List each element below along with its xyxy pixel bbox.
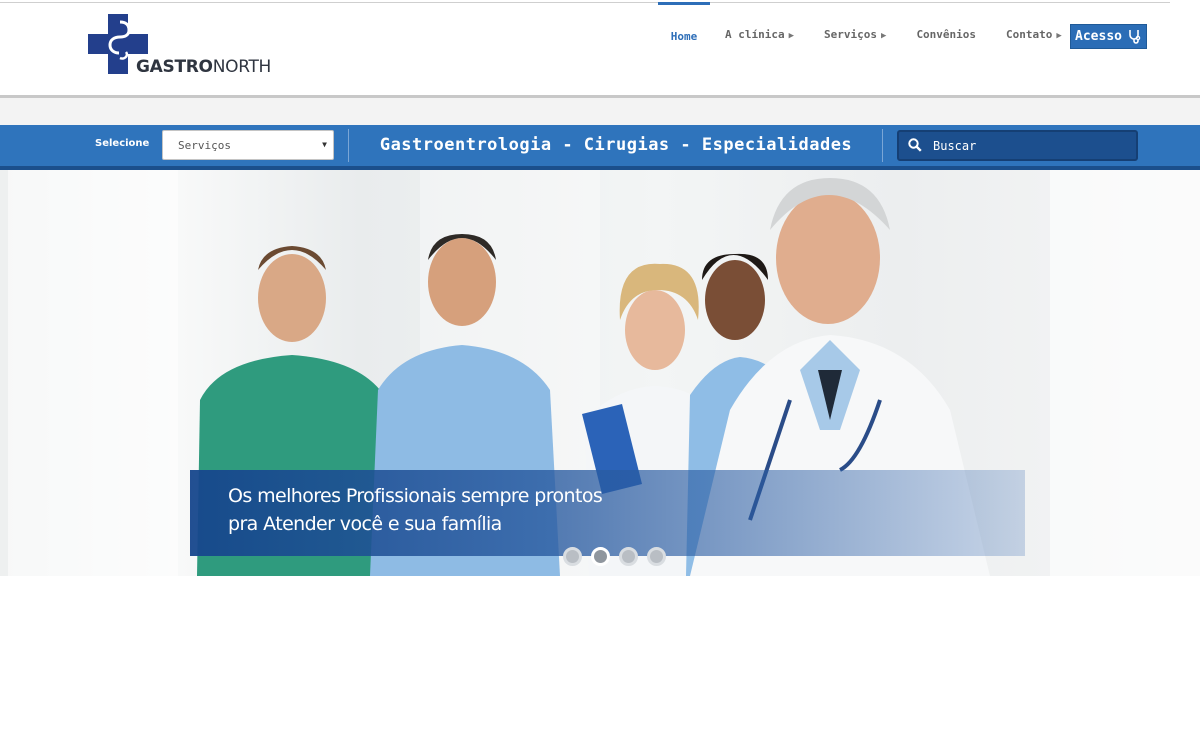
caret-right-icon: ▶ [1056, 31, 1062, 41]
slider-dot-1[interactable] [563, 547, 582, 566]
chevron-down-icon: ▼ [322, 140, 327, 149]
search-icon [908, 138, 922, 152]
access-button-label: Acesso [1075, 29, 1122, 44]
toolbar-divider [882, 129, 883, 162]
slider-pagination [563, 547, 666, 566]
nav-convenios-label: Convênios [916, 28, 977, 41]
services-select-value: Serviços [178, 139, 231, 152]
header-divider-strip [0, 95, 1200, 125]
nav-servicos-label: Serviços [824, 28, 878, 41]
logo-wordmark-rest: NORTH [212, 57, 272, 77]
slider-dot-3[interactable] [619, 547, 638, 566]
hero-caption-text: Os melhores Profissionais sempre prontos… [228, 482, 603, 538]
toolbar-divider [348, 129, 349, 162]
search-input[interactable]: Buscar [897, 130, 1138, 161]
site-header: GASTRONORTH Home A clínica ▶ Serviços ▶ Co… [0, 0, 1200, 96]
caret-right-icon: ▶ [788, 31, 795, 41]
hero-slider: Os melhores Profissionais sempre prontos… [0, 170, 1200, 576]
nav-servicos[interactable]: Serviços ▶ [824, 0, 886, 60]
stethoscope-icon [1129, 30, 1141, 44]
nav-contato-label: Contato [1006, 28, 1053, 41]
tagline: Gastroentrologia - Cirugias - Especialid… [379, 135, 853, 155]
nav-a-clinica-label: A clínica [725, 28, 785, 41]
hero-caption-line-2: pra Atender você e sua família [228, 513, 502, 535]
select-label: Selecione [95, 138, 150, 149]
nav-home[interactable]: Home [658, 0, 710, 60]
hero-caption-line-1: Os melhores Profissionais sempre prontos [228, 485, 603, 507]
nav-a-clinica[interactable]: A clínica ▶ [725, 0, 794, 60]
search-toolbar: Selecione Serviços ▼ Gastroentrologia - … [0, 125, 1200, 170]
nav-home-label: Home [670, 30, 698, 43]
access-button[interactable]: Acesso [1070, 24, 1147, 49]
caret-right-icon: ▶ [881, 31, 887, 41]
page: GASTRONORTH Home A clínica ▶ Serviços ▶ Co… [0, 0, 1200, 750]
logo[interactable]: GASTRONORTH [86, 12, 271, 80]
nav-convenios[interactable]: Convênios [916, 0, 976, 60]
hero-caption: Os melhores Profissionais sempre prontos… [190, 470, 1025, 556]
services-select[interactable]: Serviços ▼ [162, 130, 334, 160]
main-nav: Home A clínica ▶ Serviços ▶ Convênios Cont… [658, 0, 1062, 60]
logo-wordmark-bold: GASTRO [136, 57, 213, 77]
slider-dot-4[interactable] [647, 547, 666, 566]
logo-wordmark: GASTRONORTH [136, 57, 271, 77]
slider-dot-2[interactable] [591, 547, 610, 566]
search-placeholder: Buscar [933, 139, 977, 153]
nav-contato[interactable]: Contato ▶ [1006, 0, 1062, 60]
